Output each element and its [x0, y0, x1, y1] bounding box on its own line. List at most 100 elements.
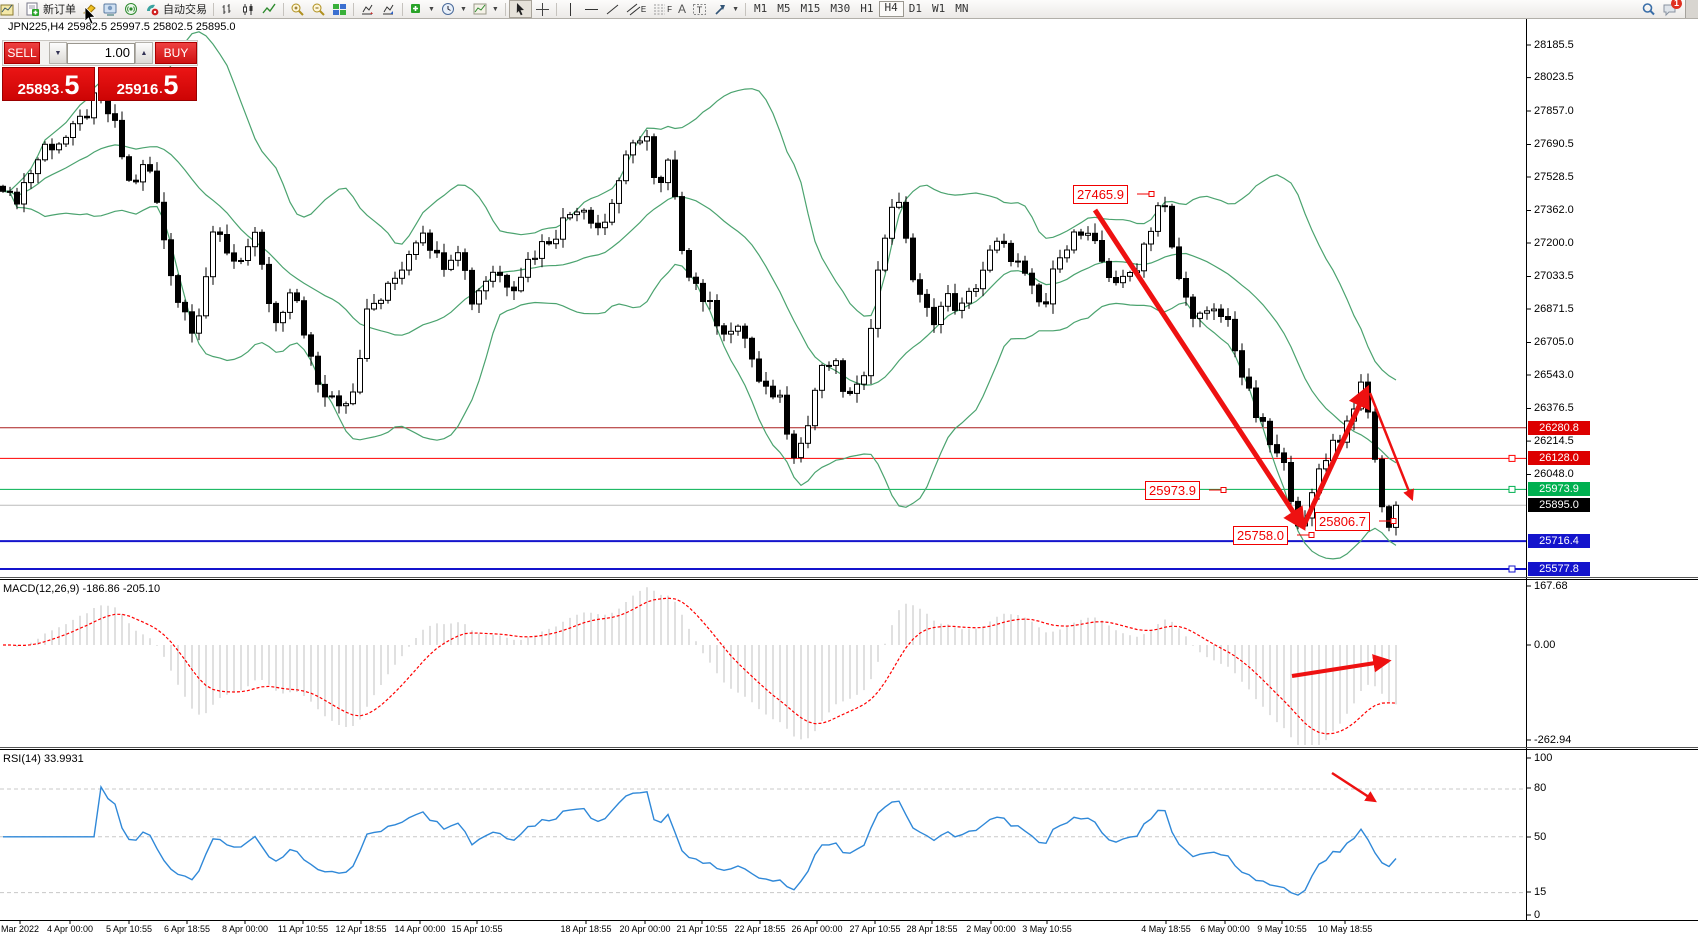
shapes-tool-button[interactable]: ▼: [710, 1, 742, 17]
price-tick: 27528.5: [1534, 171, 1574, 183]
label-tool-button[interactable]: T: [689, 1, 710, 17]
rsi-tick: 50: [1534, 831, 1546, 843]
trendline-tool-button[interactable]: [602, 1, 623, 17]
trendline-icon: [605, 2, 620, 17]
period-button[interactable]: ▼: [438, 1, 470, 17]
tile-windows-icon: [332, 2, 347, 17]
sell-button[interactable]: SELL: [4, 42, 40, 64]
sell-price-display[interactable]: 25893 . 5: [2, 67, 95, 101]
fibonacci-icon: [652, 2, 667, 17]
rsi-label: RSI(14) 33.9931: [3, 753, 84, 765]
chart-shift-icon: [360, 2, 375, 17]
volume-increase-button[interactable]: ▲: [135, 42, 153, 64]
candle-chart-icon: [241, 2, 256, 17]
cursor-icon: [513, 2, 528, 17]
price-tick: 26871.5: [1534, 303, 1574, 315]
rsi-tick: 80: [1534, 782, 1546, 794]
volume-input[interactable]: 1.00: [67, 43, 135, 64]
bar-chart-button[interactable]: [217, 1, 238, 17]
time-tick-label: 18 Apr 18:55: [560, 924, 611, 934]
mt4-window: 新订单 自动交易: [0, 0, 1698, 935]
hline-tool-button[interactable]: [581, 1, 602, 17]
price-tag: 25973.9: [1528, 482, 1590, 496]
tile-windows-button[interactable]: [329, 1, 350, 17]
line-chart-button[interactable]: [259, 1, 280, 17]
price-callout[interactable]: 27465.9: [1073, 185, 1128, 204]
buy-price-big-digit: 5: [163, 72, 178, 98]
text-tool-button[interactable]: A: [675, 1, 689, 17]
timeframe-m5[interactable]: M5: [772, 2, 795, 16]
template-icon: [473, 2, 488, 17]
auto-trading-button[interactable]: 自动交易: [142, 1, 210, 17]
crosshair-tool-button[interactable]: [532, 1, 553, 17]
time-tick-label: 22 Apr 18:55: [734, 924, 785, 934]
chart-window-icon[interactable]: [0, 2, 15, 17]
bar-chart-icon: [220, 2, 235, 17]
template-button[interactable]: ▼: [470, 1, 502, 17]
chart-canvas[interactable]: [0, 0, 1698, 935]
chart-autoscroll-button[interactable]: [378, 1, 399, 17]
time-tick-label: 10 May 18:55: [1318, 924, 1373, 934]
chat-icon: 1: [1662, 2, 1677, 17]
chart-symbol-header: JPN225,H4 25982.5 25997.5 25802.5 25895.…: [8, 21, 236, 33]
channel-tool-button[interactable]: E: [623, 1, 649, 17]
timeframe-d1[interactable]: D1: [904, 2, 927, 16]
fibonacci-tool-button[interactable]: F: [649, 1, 675, 17]
auto-trading-label: 自动交易: [163, 1, 207, 17]
zoom-in-button[interactable]: [287, 1, 308, 17]
timeframe-m1[interactable]: M1: [749, 2, 772, 16]
vline-tool-button[interactable]: [560, 1, 581, 17]
time-tick-label: 5 Apr 10:55: [106, 924, 152, 934]
buy-button[interactable]: BUY: [155, 42, 197, 64]
price-tick: 28185.5: [1534, 39, 1574, 51]
time-tick-label: 12 Apr 18:55: [335, 924, 386, 934]
price-tick: 26705.0: [1534, 336, 1574, 348]
new-order-icon: [25, 2, 40, 17]
timeframe-w1[interactable]: W1: [927, 2, 950, 16]
price-tick: 26214.5: [1534, 435, 1574, 447]
search-icon: [1641, 2, 1656, 17]
time-tick-label: 6 May 00:00: [1200, 924, 1250, 934]
time-tick-label: 27 Apr 10:55: [849, 924, 900, 934]
fibonacci-letter: F: [667, 5, 672, 14]
price-callout[interactable]: 25806.7: [1315, 512, 1370, 531]
timeframe-m30[interactable]: M30: [825, 2, 855, 16]
price-callout[interactable]: 25973.9: [1145, 481, 1200, 500]
sell-price-big-digit: 5: [64, 72, 79, 98]
chart-shift-button[interactable]: [357, 1, 378, 17]
timeframe-h1[interactable]: H1: [855, 2, 878, 16]
buy-price-main: 25916: [117, 81, 159, 98]
volume-decrease-button[interactable]: ▼: [49, 42, 67, 64]
new-order-button[interactable]: 新订单: [22, 1, 79, 17]
buy-price-display[interactable]: 25916 . 5: [98, 67, 197, 101]
time-tick-label: 26 Apr 00:00: [791, 924, 842, 934]
chart-autoscroll-icon: [381, 2, 396, 17]
toolbar: 新订单 自动交易: [0, 0, 1698, 19]
channel-icon: [626, 2, 641, 17]
timeframe-m15[interactable]: M15: [796, 2, 826, 16]
price-tick: 27362.0: [1534, 204, 1574, 216]
sell-price-main: 25893: [18, 81, 60, 98]
notifications-button[interactable]: 1: [1659, 1, 1680, 17]
zoom-out-button[interactable]: [308, 1, 329, 17]
signal-button[interactable]: [121, 1, 142, 17]
timeframe-h4[interactable]: H4: [879, 1, 904, 17]
add-indicator-button[interactable]: ▼: [406, 1, 438, 17]
search-button[interactable]: [1638, 1, 1659, 17]
cursor-tool-button[interactable]: [509, 0, 532, 18]
line-chart-icon: [262, 2, 277, 17]
macd-tick: 167.68: [1534, 580, 1568, 592]
channel-letter: E: [641, 5, 646, 14]
candle-chart-button[interactable]: [238, 1, 259, 17]
price-tick: 27200.0: [1534, 237, 1574, 249]
terminal-button[interactable]: [100, 1, 121, 17]
time-tick-label: 20 Apr 00:00: [619, 924, 670, 934]
price-tick: 26376.5: [1534, 402, 1574, 414]
mouse-cursor: [84, 6, 100, 26]
macd-label: MACD(12,26,9) -186.86 -205.10: [3, 583, 160, 595]
price-callout[interactable]: 25758.0: [1233, 526, 1288, 545]
price-tick: 27690.5: [1534, 138, 1574, 150]
time-tick-label: 14 Apr 00:00: [394, 924, 445, 934]
timeframe-mn[interactable]: MN: [950, 2, 973, 16]
label-icon: T: [692, 2, 707, 17]
